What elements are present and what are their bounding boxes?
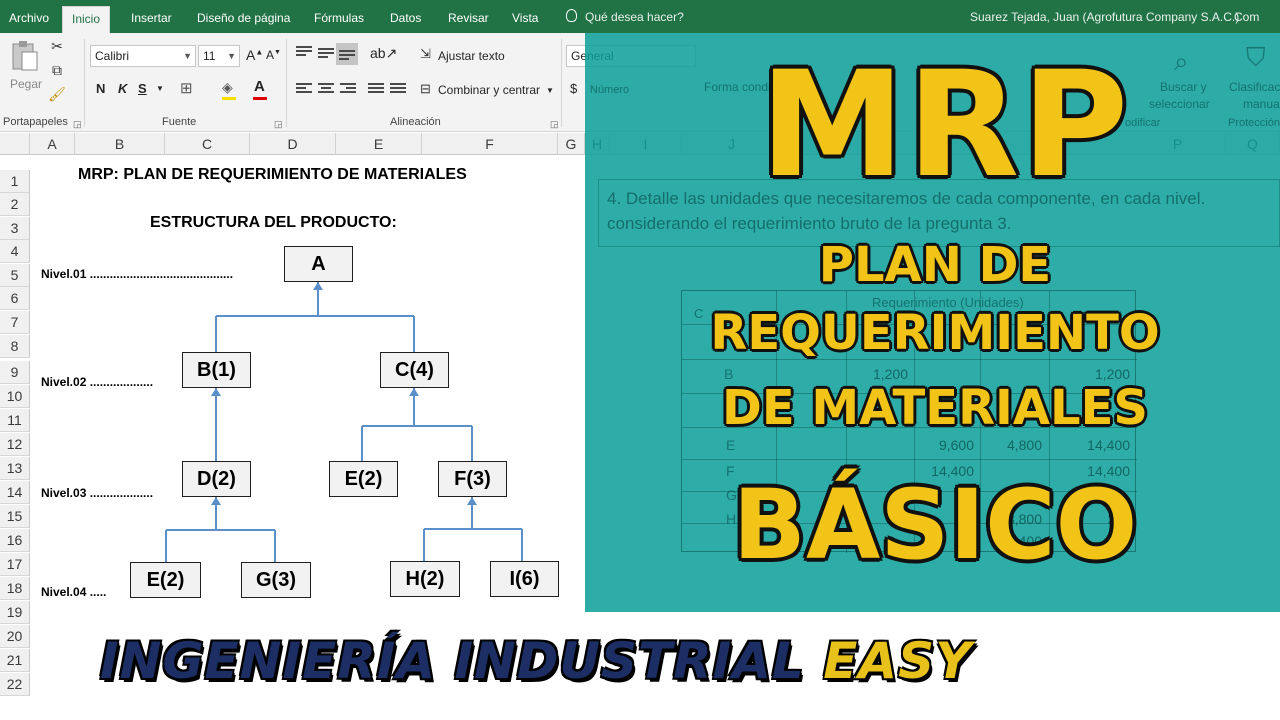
search-icon: ⌕ bbox=[1174, 46, 1189, 76]
tree-node-f: F(3) bbox=[438, 461, 507, 497]
brand-name: INGENIERÍA INDUSTRIAL bbox=[100, 632, 805, 690]
row-header[interactable]: 20 bbox=[0, 625, 30, 648]
protection-group-faint: Protección bbox=[1228, 117, 1280, 129]
classification-faint: Clasificación bbox=[1229, 80, 1280, 94]
table-cell: 14,400 bbox=[1087, 437, 1130, 453]
product-tree-connectors bbox=[165, 282, 523, 562]
share-button[interactable]: Com bbox=[1234, 6, 1259, 28]
excel-window: Archivo Inicio Insertar Diseño de página… bbox=[0, 0, 1280, 720]
tell-me-box[interactable]: Qué desea hacer? bbox=[585, 6, 684, 28]
user-name: Suarez Tejada, Juan (Agrofutura Company … bbox=[970, 10, 1240, 24]
row-header[interactable]: 22 bbox=[0, 673, 30, 696]
brand-logo: INGENIERÍA INDUSTRIAL EASY bbox=[100, 630, 972, 692]
table-cell: 4,800 bbox=[1006, 437, 1042, 453]
tree-node-i: I(6) bbox=[490, 561, 559, 597]
tree-node-g: G(3) bbox=[241, 562, 311, 598]
classification-faint: manual bbox=[1243, 97, 1280, 111]
tree-node-a: A bbox=[284, 246, 353, 282]
tree-node-c: C(4) bbox=[380, 352, 449, 388]
overlay-subtitle-line: DE MATERIALES bbox=[722, 380, 1148, 436]
table-cell: E bbox=[726, 437, 736, 453]
overlay-subtitle-line: PLAN DE bbox=[818, 237, 1052, 293]
number-group-label-faint: Número bbox=[590, 84, 630, 96]
shield-icon: ⛉ bbox=[1246, 42, 1266, 72]
brand-tagline: EASY bbox=[823, 632, 973, 690]
tree-node-d: D(2) bbox=[182, 461, 251, 497]
row-header[interactable]: 21 bbox=[0, 649, 30, 672]
tree-node-h: H(2) bbox=[390, 561, 460, 597]
find-select-faint: Buscar y bbox=[1160, 80, 1207, 94]
tree-node-e: E(2) bbox=[130, 562, 201, 598]
tree-node-b: B(1) bbox=[182, 352, 251, 388]
table-line bbox=[682, 459, 1137, 460]
find-select-faint: seleccionar bbox=[1149, 97, 1210, 111]
overlay-level: BÁSICO bbox=[732, 469, 1138, 581]
overlay-title: MRP bbox=[759, 40, 1131, 210]
overlay-subtitle-line: REQUERIMIENTO bbox=[710, 305, 1160, 361]
tree-node-e: E(2) bbox=[329, 461, 398, 497]
